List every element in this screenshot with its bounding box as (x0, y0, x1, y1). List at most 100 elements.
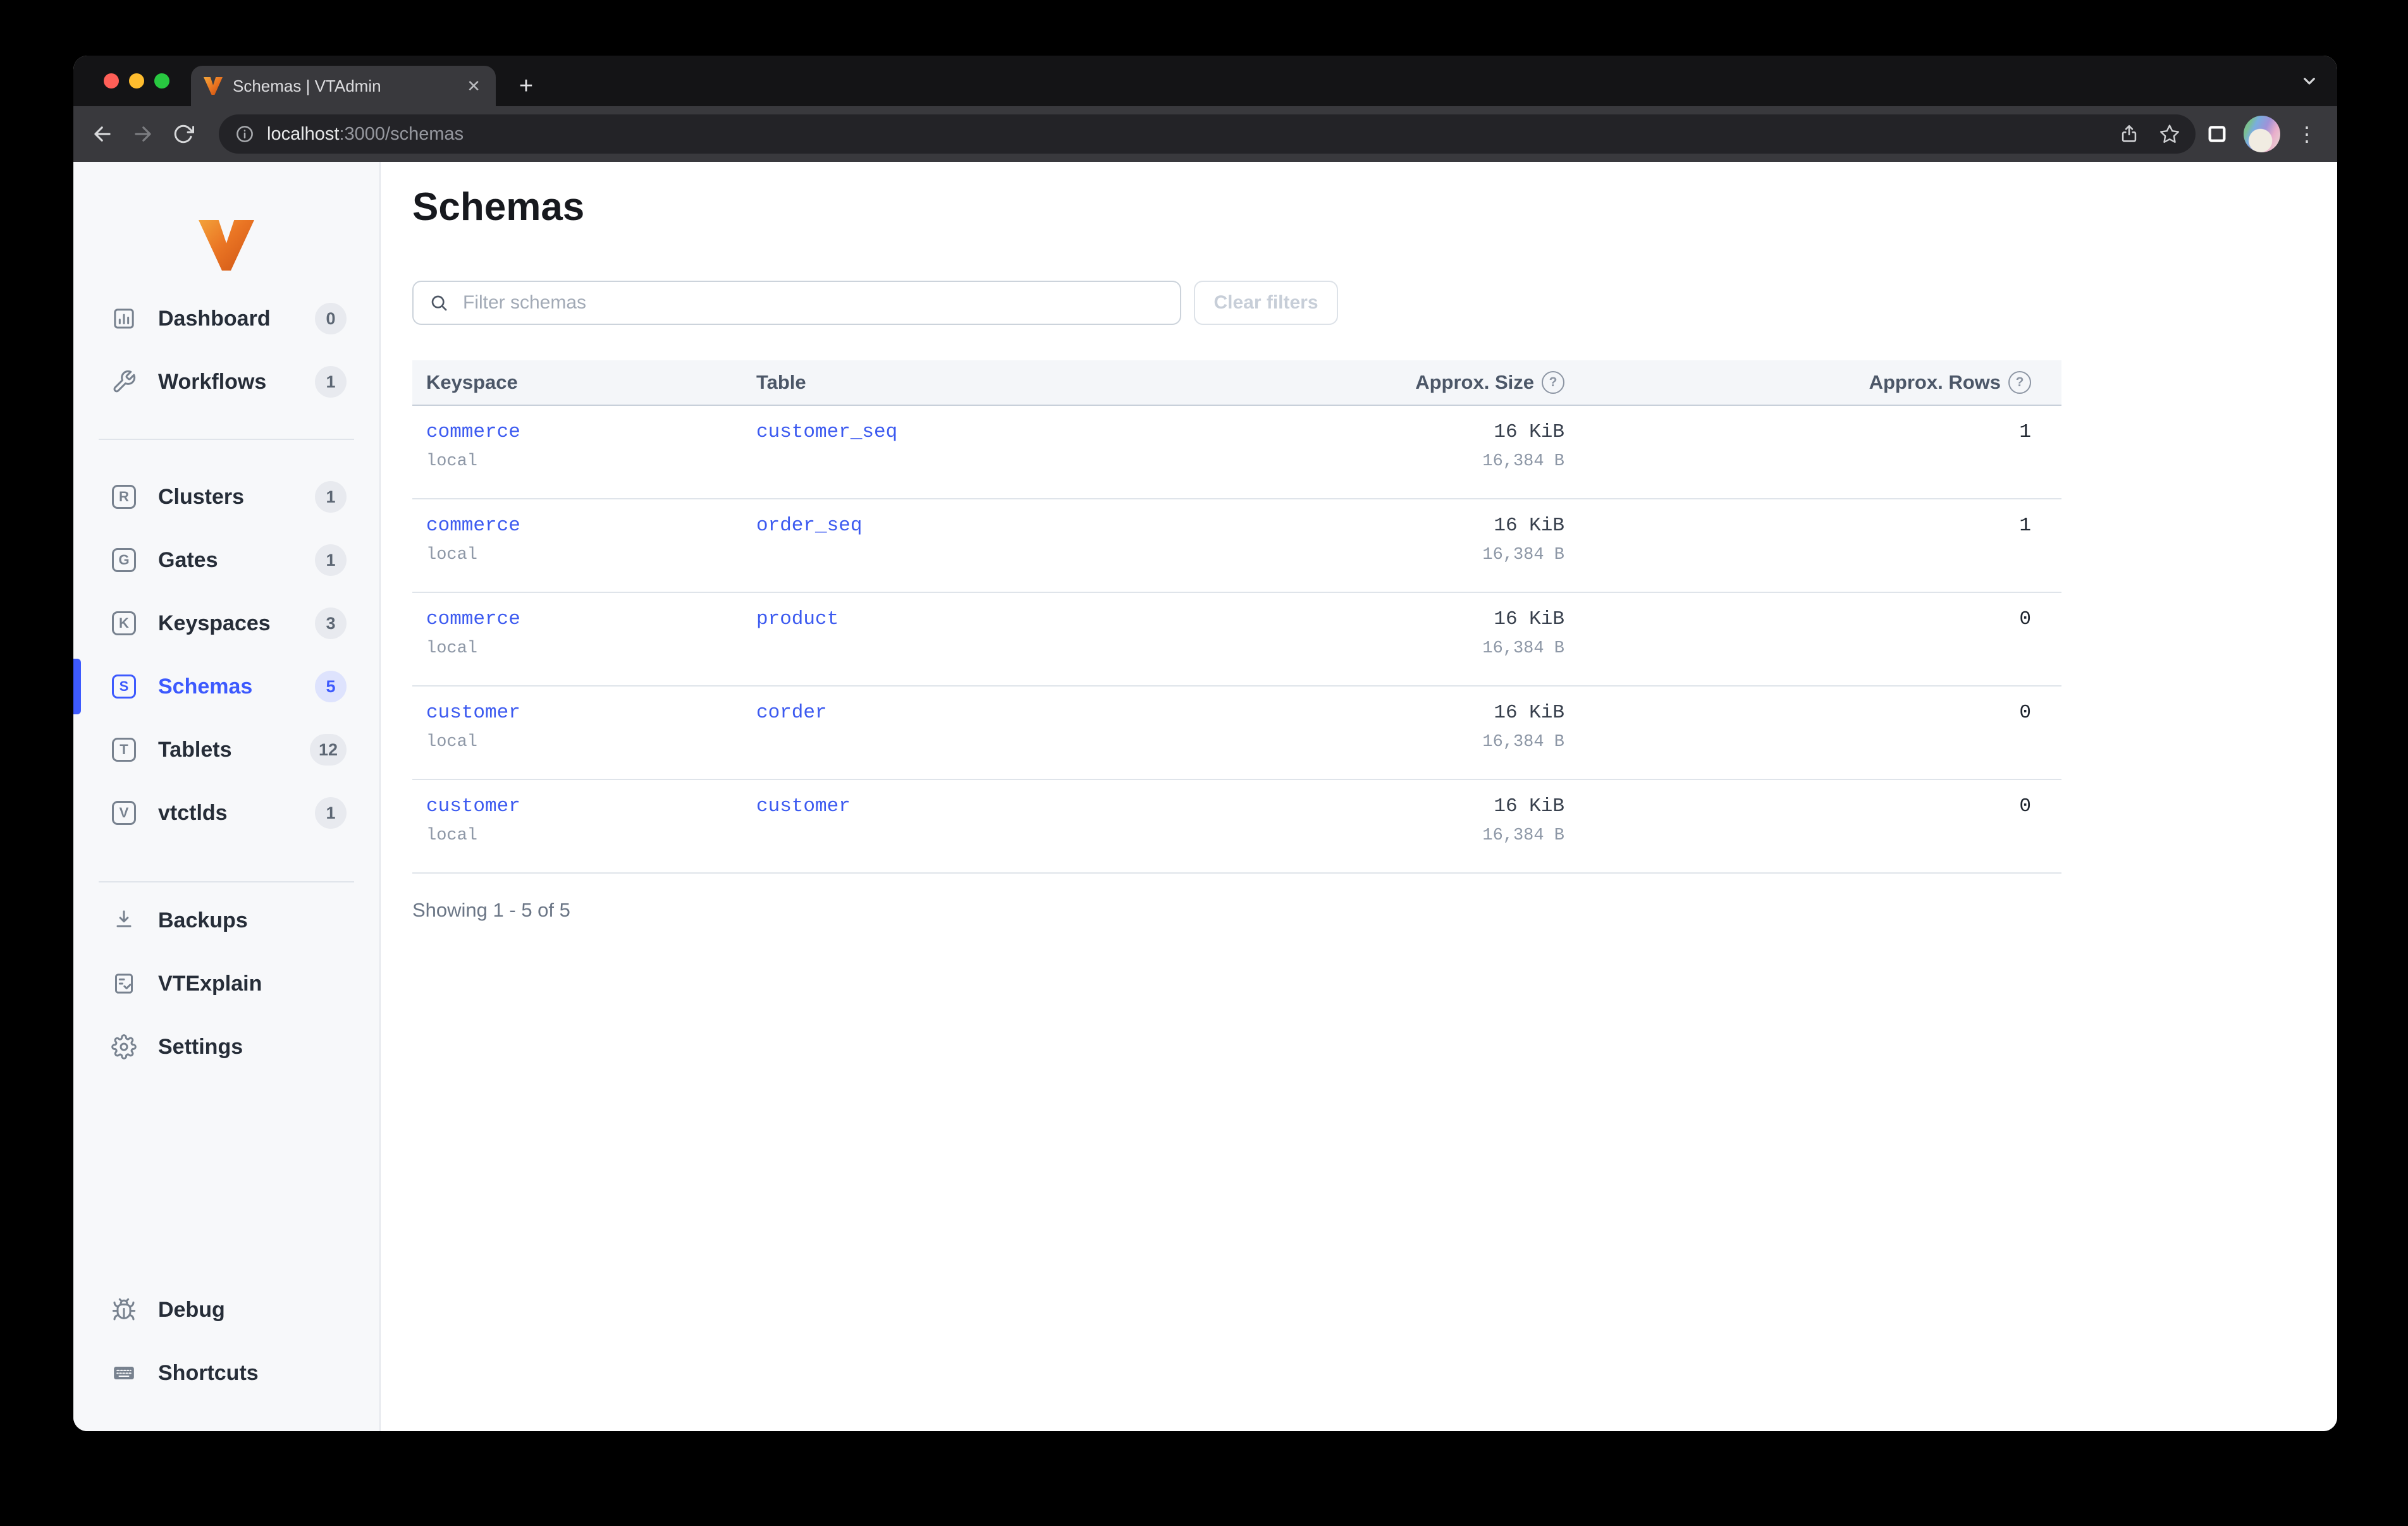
cluster-label: local (426, 639, 478, 658)
sidebar-item-gates[interactable]: G Gates 1 (73, 537, 379, 583)
sidebar-item-settings[interactable]: Settings (73, 1024, 379, 1070)
screen: Schemas | VTAdmin ✕ + localhost:3000/sc… (0, 0, 2408, 1526)
showing-count: Showing 1 - 5 of 5 (412, 899, 570, 921)
table-link[interactable]: order_seq (756, 515, 862, 537)
tab-strip: Schemas | VTAdmin ✕ + (73, 56, 2337, 106)
sidebar-item-label: Backups (158, 908, 248, 932)
close-window-button[interactable] (104, 73, 119, 89)
clear-filters-button[interactable]: Clear filters (1194, 281, 1338, 325)
column-header-label: Approx. Size (1415, 371, 1534, 393)
sidebar-item-vtexplain[interactable]: VTExplain (73, 961, 379, 1006)
new-tab-button[interactable]: + (512, 67, 540, 105)
schemas-table: Keyspace Table Approx. Size ? Approx. Ro… (412, 360, 2061, 874)
vitess-logo[interactable] (199, 220, 254, 271)
tab-title: Schemas | VTAdmin (233, 76, 381, 95)
share-icon[interactable] (2118, 123, 2140, 145)
minimize-window-button[interactable] (129, 73, 144, 89)
keyspace-link[interactable]: customer (426, 795, 520, 817)
bookmark-star-icon[interactable] (2159, 123, 2180, 145)
table-row: customer local customer 16 KiB 16,384 B … (412, 780, 2061, 874)
size-bytes: 16,384 B (1482, 639, 1564, 658)
column-header-keyspace: Keyspace (426, 371, 518, 393)
sidebar-item-vtctlds[interactable]: V vtctlds 1 (73, 790, 379, 836)
forward-icon[interactable] (126, 118, 159, 150)
search-icon (431, 295, 447, 311)
help-icon[interactable]: ? (2008, 371, 2031, 394)
table-link[interactable]: product (756, 608, 838, 630)
column-header-approx-size: Approx. Size ? (1237, 371, 1567, 394)
profile-avatar[interactable] (2244, 116, 2280, 152)
table-link[interactable]: customer_seq (756, 421, 897, 443)
filter-schemas-input[interactable] (460, 291, 1165, 315)
letter-glyph: G (112, 548, 136, 572)
count-badge: 1 (315, 544, 347, 576)
window-controls (104, 73, 169, 89)
table-link[interactable]: customer (756, 795, 851, 817)
sidebar-item-label: Workflows (158, 369, 267, 394)
size-value: 16 KiB (1494, 608, 1564, 630)
sidebar-item-tablets[interactable]: T Tablets 12 (73, 727, 379, 772)
sidebar-item-workflows[interactable]: Workflows 1 (73, 359, 379, 405)
page-title: Schemas (412, 185, 585, 229)
sidebar-item-dashboard[interactable]: Dashboard 0 (73, 296, 379, 341)
side-panel-icon[interactable] (2201, 118, 2233, 150)
table-header-row: Keyspace Table Approx. Size ? Approx. Ro… (412, 360, 2061, 406)
keyspace-link[interactable]: commerce (426, 421, 520, 443)
vitess-favicon-icon (204, 77, 223, 95)
keyspace-link[interactable]: commerce (426, 608, 520, 630)
reload-icon[interactable] (167, 118, 200, 150)
size-bytes: 16,384 B (1482, 452, 1564, 471)
count-badge: 1 (315, 481, 347, 513)
vtctlds-icon: V (111, 800, 137, 826)
table-row: commerce local customer_seq 16 KiB 16,38… (412, 406, 2061, 499)
size-bytes: 16,384 B (1482, 826, 1564, 845)
zoom-window-button[interactable] (154, 73, 169, 89)
filter-input-container (412, 281, 1181, 325)
url-path: :3000/schemas (339, 123, 464, 144)
keyspace-link[interactable]: customer (426, 702, 520, 724)
schemas-icon: S (111, 674, 137, 699)
browser-menu-icon[interactable]: ⋮ (2290, 118, 2323, 150)
cluster-label: local (426, 452, 478, 471)
browser-window: Schemas | VTAdmin ✕ + localhost:3000/sc… (73, 56, 2337, 1431)
browser-tab[interactable]: Schemas | VTAdmin ✕ (191, 66, 496, 106)
letter-glyph: S (112, 674, 136, 699)
table-cell: product (742, 593, 1237, 685)
site-info-icon[interactable] (234, 123, 255, 145)
keyspace-cell: commerce local (412, 406, 742, 498)
sidebar-item-label: Dashboard (158, 306, 271, 331)
letter-glyph: K (112, 611, 136, 635)
app-content: Dashboard 0 Workflows 1 R Clusters 1 G G… (73, 162, 2337, 1431)
cluster-label: local (426, 733, 478, 752)
sidebar-item-clusters[interactable]: R Clusters 1 (73, 474, 379, 520)
keyspace-cell: customer local (412, 687, 742, 779)
bug-icon (111, 1297, 137, 1322)
wrench-icon (111, 369, 137, 394)
sidebar-item-shortcuts[interactable]: Shortcuts (73, 1350, 379, 1396)
keyspace-link[interactable]: commerce (426, 515, 520, 537)
rows-cell: 1 (1567, 499, 2061, 592)
sidebar-item-debug[interactable]: Debug (73, 1287, 379, 1333)
count-badge: 12 (309, 734, 347, 766)
table-cell: customer_seq (742, 406, 1237, 498)
tab-close-icon[interactable]: ✕ (464, 75, 483, 97)
back-icon[interactable] (86, 118, 119, 150)
clusters-icon: R (111, 484, 137, 510)
table-link[interactable]: corder (756, 702, 827, 724)
help-icon[interactable]: ? (1542, 371, 1564, 394)
sidebar-item-label: Clusters (158, 484, 245, 509)
sidebar-item-label: Debug (158, 1297, 225, 1322)
table-cell: order_seq (742, 499, 1237, 592)
rows-value: 1 (2019, 515, 2031, 537)
keyboard-icon (111, 1360, 137, 1386)
keyspace-cell: customer local (412, 780, 742, 872)
tab-search-chevron-icon[interactable] (2299, 71, 2319, 91)
size-bytes: 16,384 B (1482, 733, 1564, 752)
address-bar[interactable]: localhost:3000/schemas (219, 114, 2196, 154)
rows-value: 0 (2019, 702, 2031, 724)
sidebar-item-schemas[interactable]: S Schemas 5 (73, 659, 379, 714)
table-row: commerce local product 16 KiB 16,384 B 0 (412, 593, 2061, 687)
sidebar-divider (99, 439, 354, 440)
sidebar-item-keyspaces[interactable]: K Keyspaces 3 (73, 601, 379, 646)
sidebar-item-backups[interactable]: Backups (73, 898, 379, 943)
